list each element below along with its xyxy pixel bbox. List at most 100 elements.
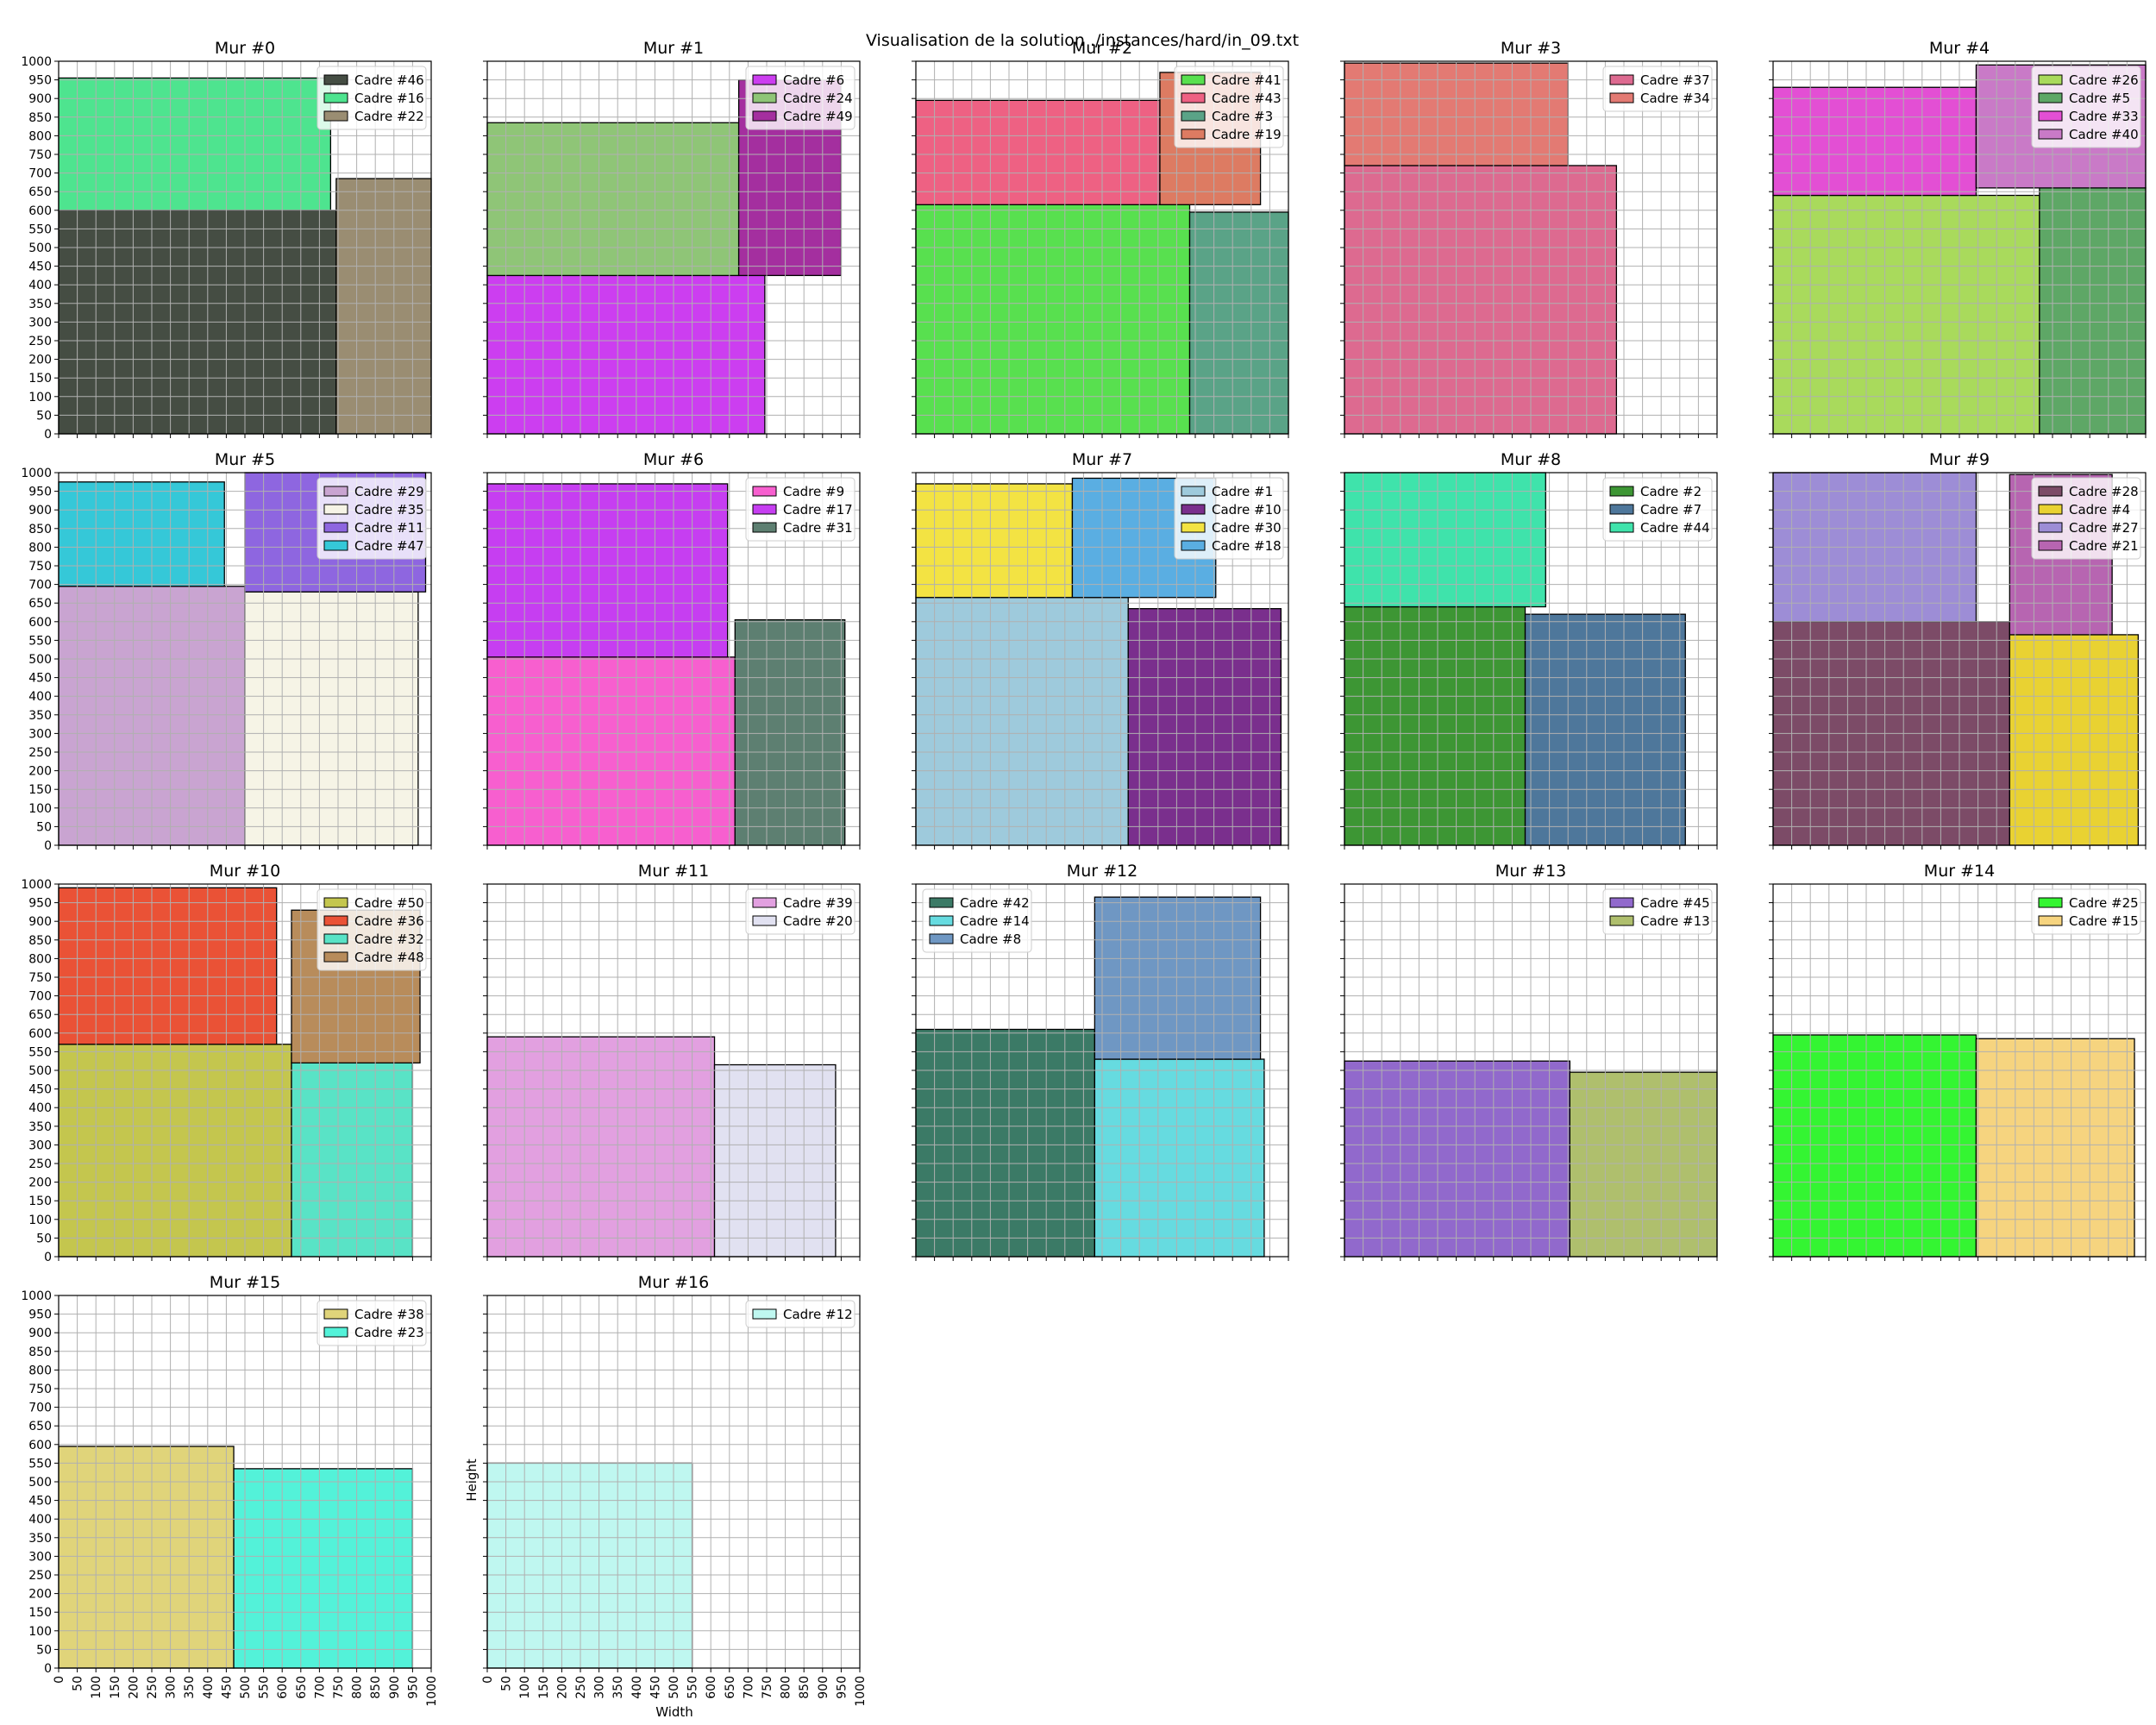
legend: Cadre #38 Cadre #23	[317, 1300, 427, 1346]
legend-swatch	[2038, 540, 2063, 551]
frame-rect	[1127, 608, 1282, 846]
y-tick-label: 550	[28, 634, 52, 648]
x-tick-label: 700	[313, 1676, 327, 1699]
x-tick-label: 600	[276, 1676, 290, 1699]
y-tick-label: 700	[28, 579, 52, 593]
y-tick-label: 550	[28, 1045, 52, 1059]
y-tick-label: 600	[28, 204, 52, 218]
y-tick-label: 300	[28, 727, 52, 741]
legend-swatch	[1181, 74, 1206, 85]
x-tick-label: 800	[780, 1676, 793, 1699]
legend-swatch	[1609, 915, 1634, 926]
legend-swatch	[1609, 486, 1634, 497]
legend: Cadre #39 Cadre #20	[745, 888, 856, 935]
legend-label: Cadre #27	[2069, 520, 2139, 536]
y-tick-label: 750	[28, 560, 52, 574]
legend-swatch	[323, 915, 348, 926]
legend: Cadre #9 Cadre #17 Cadre #31	[745, 477, 856, 542]
y-tick-label: 950	[28, 74, 52, 88]
panel-mur-8: Mur #8 Cadre #2 Cadre #7 Cadre #44	[1340, 450, 1718, 850]
y-tick-label: 650	[28, 597, 52, 611]
legend-swatch	[929, 897, 954, 908]
y-tick-label: 650	[28, 185, 52, 199]
y-tick-label: 400	[28, 279, 52, 292]
y-tick-label: 650	[28, 1420, 52, 1433]
legend-swatch	[2038, 129, 2063, 140]
legend-label: Cadre #36	[354, 913, 424, 929]
x-tick-label: 350	[611, 1676, 625, 1699]
panel-title: Mur #0	[215, 39, 275, 58]
legend: Cadre #42 Cadre #14 Cadre #8	[922, 888, 1032, 953]
legend-swatch	[752, 486, 777, 497]
frame-rect	[1344, 1060, 1571, 1258]
frame-rect	[486, 122, 740, 277]
y-tick-label: 350	[28, 298, 52, 311]
y-tick-label: 350	[28, 1120, 52, 1134]
y-tick-label: 500	[28, 1476, 52, 1490]
frame-rect	[1772, 1034, 1977, 1258]
frame-rect	[244, 591, 419, 846]
y-tick-label: 450	[28, 1495, 52, 1509]
y-tick-label: 50	[36, 1643, 52, 1657]
legend-swatch	[1181, 129, 1206, 140]
legend-label: Cadre #46	[354, 72, 424, 88]
legend-swatch	[323, 504, 348, 515]
frame-rect	[58, 481, 225, 587]
panel-title: Mur #3	[1501, 39, 1561, 58]
legend-label: Cadre #6	[783, 72, 844, 88]
frame-rect	[1569, 1071, 1718, 1258]
y-tick-label: 450	[28, 1083, 52, 1097]
legend-swatch	[1181, 92, 1206, 104]
x-tick-label: 450	[649, 1676, 662, 1699]
frame-rect	[1344, 605, 1526, 846]
legend-label: Cadre #29	[354, 484, 424, 499]
frame-rect	[1188, 211, 1289, 435]
legend-swatch	[2038, 915, 2063, 926]
y-tick-label: 100	[28, 1214, 52, 1227]
y-tick-label: 50	[36, 409, 52, 423]
x-tick-label: 250	[146, 1676, 160, 1699]
legend-swatch	[1181, 486, 1206, 497]
x-tick-label: 200	[555, 1676, 569, 1699]
legend-label: Cadre #39	[783, 895, 853, 911]
x-tick-label: 150	[537, 1676, 551, 1699]
x-tick-label: 600	[705, 1676, 718, 1699]
legend-label: Cadre #5	[2069, 91, 2130, 106]
legend-swatch	[1609, 522, 1634, 533]
legend-swatch	[323, 92, 348, 104]
panel-title: Mur #14	[1924, 862, 1995, 881]
y-tick-label: 450	[28, 260, 52, 274]
frame-rect	[58, 1044, 292, 1258]
y-tick-label: 350	[28, 709, 52, 723]
legend-label: Cadre #20	[783, 913, 853, 929]
y-tick-label: 800	[28, 541, 52, 555]
y-tick-label: 250	[28, 1157, 52, 1171]
legend-swatch	[1609, 74, 1634, 85]
y-tick-label: 850	[28, 1346, 52, 1359]
legend-swatch	[323, 933, 348, 944]
panel-mur-9: Mur #9Cadre #28Cadre #4Cadre #27Cadre #2…	[1769, 450, 2147, 850]
legend-label: Cadre #2	[1640, 484, 1702, 499]
legend-label: Cadre #45	[1640, 895, 1710, 911]
legend-swatch	[752, 522, 777, 533]
panel-title: Mur #8	[1501, 450, 1561, 469]
frame-rect	[915, 99, 1161, 205]
panel-title: Mur #9	[1929, 450, 1990, 469]
x-tick-label: 400	[630, 1676, 644, 1699]
panel-mur-15: 00 50 50 100 100 150 150 200 200 250 250 300 300 350 3…	[21, 1273, 439, 1707]
y-tick-label: 150	[28, 372, 52, 386]
panel-title: Mur #15	[210, 1273, 280, 1292]
y-tick-label: 200	[28, 1588, 52, 1602]
y-tick-label: 850	[28, 523, 52, 536]
panel-mur-0: 0 50 100 150 200 250 300 350 400 450 500 550 600 650 7…	[21, 39, 432, 442]
y-tick-label: 800	[28, 952, 52, 966]
legend-label: Cadre #1	[1212, 484, 1273, 499]
legend-label: Cadre #8	[960, 932, 1021, 947]
frame-rect	[1344, 165, 1618, 435]
x-tick-label: 100	[518, 1676, 532, 1699]
legend-label: Cadre #30	[1212, 520, 1282, 536]
legend-swatch	[323, 486, 348, 497]
legend-label: Cadre #42	[960, 895, 1030, 911]
legend-swatch	[752, 92, 777, 104]
x-tick-label: 650	[724, 1676, 737, 1699]
